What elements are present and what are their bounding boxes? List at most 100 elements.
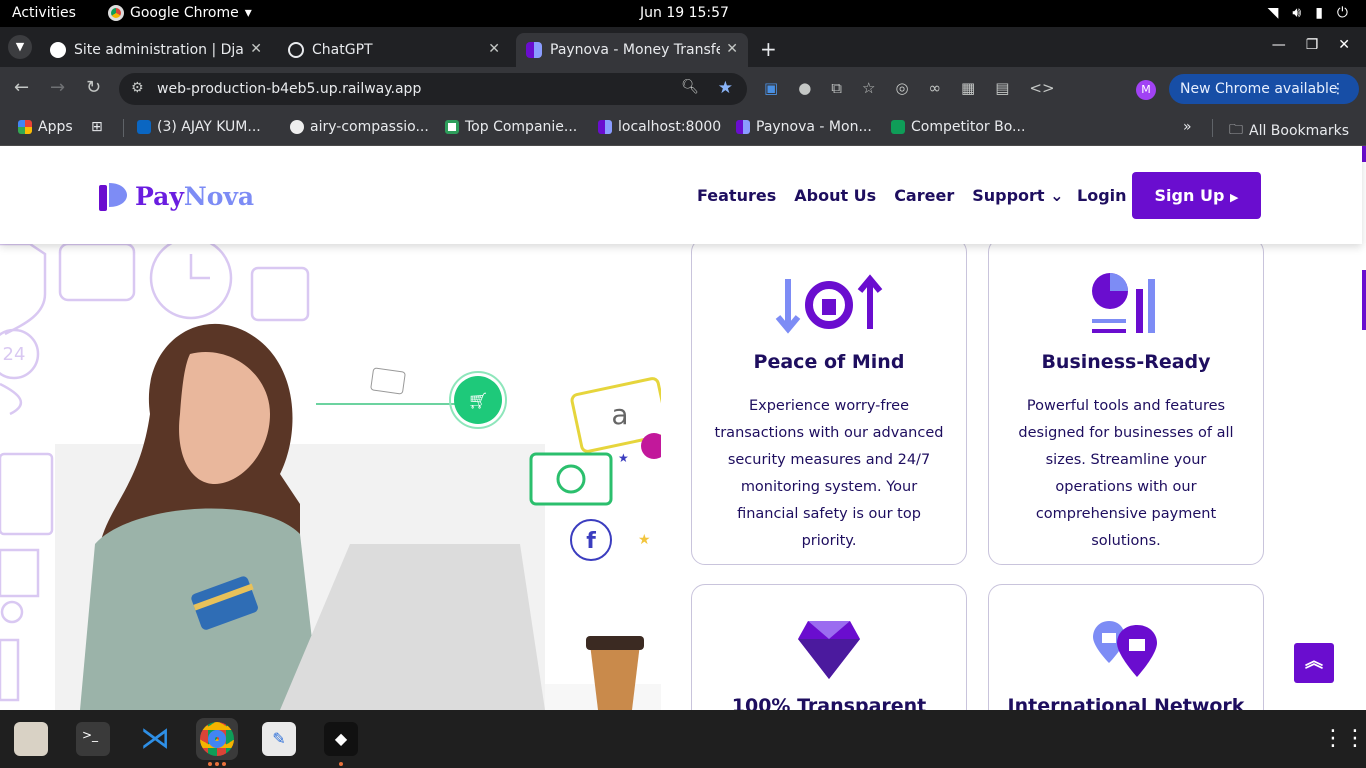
- chrome-icon: [108, 5, 124, 21]
- vscode-app-icon[interactable]: ⋊: [138, 722, 172, 756]
- tab-site-administration[interactable]: Site administration | Dja ✕: [40, 33, 272, 67]
- card-title: 100% Transparent: [731, 695, 927, 710]
- screenshot-icon[interactable]: ◎: [895, 79, 908, 97]
- reload-icon[interactable]: ↻: [86, 77, 101, 98]
- puzzle-icon[interactable]: ⧉: [831, 79, 842, 97]
- qr-icon[interactable]: ▦: [961, 79, 975, 97]
- running-indicator: [215, 762, 219, 766]
- paynova-logo[interactable]: PayNova: [99, 181, 254, 211]
- close-icon[interactable]: ✕: [250, 41, 262, 57]
- maximize-icon[interactable]: ❐: [1306, 37, 1319, 53]
- chrome-app-icon[interactable]: [196, 718, 238, 760]
- new-chrome-available-button[interactable]: New Chrome available ⋮: [1169, 74, 1359, 104]
- bookmark-top-companies[interactable]: Top Companie...: [445, 119, 577, 135]
- login-link[interactable]: Login: [1077, 186, 1127, 205]
- tab-strip: ▼ Site administration | Dja ✕ ChatGPT ✕ …: [0, 27, 1366, 67]
- bookmark-competitor[interactable]: Competitor Bo...: [891, 119, 1025, 135]
- close-icon[interactable]: ✕: [726, 41, 738, 57]
- site-info-icon[interactable]: ⚙: [131, 80, 144, 96]
- site-icon: [290, 120, 304, 134]
- chevrons-up-icon: ︽: [1305, 651, 1323, 672]
- extension-icon[interactable]: ●: [798, 79, 811, 97]
- tab-chatgpt[interactable]: ChatGPT ✕: [278, 33, 510, 67]
- files-app-icon[interactable]: [14, 722, 48, 756]
- bookmark-grid[interactable]: ⊞: [91, 119, 103, 135]
- clock-24-text: 24: [3, 344, 26, 365]
- forward-icon[interactable]: →: [50, 77, 65, 98]
- bookmark-paynova[interactable]: Paynova - Mon...: [736, 119, 872, 135]
- paynova-favicon-icon: [526, 42, 542, 58]
- business-chart-icon: [1092, 273, 1155, 333]
- feature-card-international: International Network: [988, 584, 1264, 710]
- logo-pay: Pay: [135, 181, 184, 211]
- grid-icon: ⊞: [91, 119, 103, 135]
- running-indicator: [339, 762, 343, 766]
- activities-button[interactable]: Activities: [12, 5, 76, 21]
- chevron-down-icon: ⌄: [1050, 186, 1064, 205]
- url-text[interactable]: web-production-b4eb5.up.railway.app: [157, 81, 421, 97]
- paynova-icon: [598, 120, 612, 134]
- security-transfer-icon: [775, 274, 883, 334]
- bookmark-linkedin[interactable]: (3) AJAY KUM...: [137, 119, 261, 135]
- scroll-to-top-button[interactable]: ︽: [1294, 643, 1334, 683]
- sign-up-button[interactable]: Sign Up ▶: [1132, 172, 1261, 219]
- feature-card-business-ready: Business-Ready Powerful tools and featur…: [988, 238, 1264, 565]
- bookmark-localhost[interactable]: localhost:8000: [598, 119, 721, 135]
- more-menu-icon: ⋮: [1331, 81, 1345, 97]
- bookmark-label: Top Companie...: [465, 119, 578, 135]
- chrome-logo: [200, 722, 234, 756]
- card-text: Experience worry-free transactions with …: [714, 398, 944, 549]
- close-icon[interactable]: ✕: [488, 41, 500, 57]
- code-icon[interactable]: <>: [1029, 79, 1054, 97]
- address-bar[interactable]: ⚙ web-production-b4eb5.up.railway.app 🔍︎…: [119, 73, 747, 105]
- bookmark-star-icon[interactable]: ★: [718, 78, 733, 98]
- app-icon[interactable]: ◆: [324, 722, 358, 756]
- window-controls: — ❐ ✕: [1272, 37, 1350, 53]
- scrollbar-thumb[interactable]: [1362, 270, 1366, 330]
- nav-support[interactable]: Support ⌄: [972, 186, 1063, 205]
- svg-text:f: f: [586, 529, 596, 554]
- sign-up-label: Sign Up: [1154, 186, 1225, 205]
- nav-about-us[interactable]: About Us: [794, 186, 876, 205]
- svg-text:★: ★: [618, 451, 629, 465]
- card-title: Business-Ready: [1041, 351, 1211, 373]
- extensions-area: ▣ ● ⧉ ☆ ◎ ∞ ▦ ▤ <>: [764, 79, 1055, 97]
- nav-career[interactable]: Career: [894, 186, 954, 205]
- back-icon[interactable]: ←: [14, 77, 29, 98]
- bookmark-apps[interactable]: Apps: [18, 119, 73, 135]
- feature-card-transparent: 100% Transparent: [691, 584, 967, 710]
- feature-card-peace-of-mind: Peace of Mind Experience worry-free tran…: [691, 238, 967, 565]
- bookmark-airy[interactable]: airy-compassio...: [290, 119, 429, 135]
- close-window-icon[interactable]: ✕: [1338, 37, 1350, 53]
- sheets-icon: [891, 120, 905, 134]
- link-icon[interactable]: ∞: [929, 79, 942, 97]
- bookmarks-overflow-icon[interactable]: »: [1183, 119, 1192, 135]
- nav-support-label: Support: [972, 186, 1045, 205]
- app-grid-icon[interactable]: ⋮⋮⋮: [1322, 726, 1366, 751]
- main-nav: Features About Us Career Support ⌄: [697, 186, 1064, 205]
- page-scrollbar[interactable]: [1362, 146, 1366, 710]
- clock[interactable]: Jun 19 15:57: [640, 5, 729, 21]
- app-menu[interactable]: Google Chrome ▾: [108, 5, 252, 21]
- layout-icon[interactable]: ▤: [995, 79, 1009, 97]
- svg-text:a: a: [611, 398, 628, 431]
- tab-title: Paynova - Money Transfe: [550, 42, 720, 58]
- text-editor-app-icon[interactable]: ✎: [262, 722, 296, 756]
- bookmark-icon[interactable]: ☆: [862, 79, 875, 97]
- new-tab-button[interactable]: +: [760, 37, 777, 61]
- system-tray[interactable]: ◥ 🔊︎ ▮ ⏻: [1268, 5, 1348, 21]
- search-icon[interactable]: 🔍︎: [681, 79, 699, 95]
- profile-avatar[interactable]: M: [1136, 80, 1156, 100]
- tab-title: ChatGPT: [312, 42, 373, 58]
- tab-search-button[interactable]: ▼: [8, 35, 32, 59]
- chevron-down-icon: ▾: [244, 5, 252, 21]
- nav-features[interactable]: Features: [697, 186, 776, 205]
- terminal-app-icon[interactable]: >_: [76, 722, 110, 756]
- hero-illustration: 24 🛒︎ a f ★ ★: [0, 236, 670, 710]
- all-bookmarks[interactable]: 🗀 All Bookmarks: [1229, 119, 1349, 143]
- django-favicon-icon: [50, 42, 66, 58]
- system-top-bar: Activities Google Chrome ▾ Jun 19 15:57 …: [0, 0, 1366, 27]
- minimize-icon[interactable]: —: [1272, 37, 1286, 53]
- tab-paynova[interactable]: Paynova - Money Transfe ✕: [516, 33, 748, 67]
- extension-icon[interactable]: ▣: [764, 79, 778, 97]
